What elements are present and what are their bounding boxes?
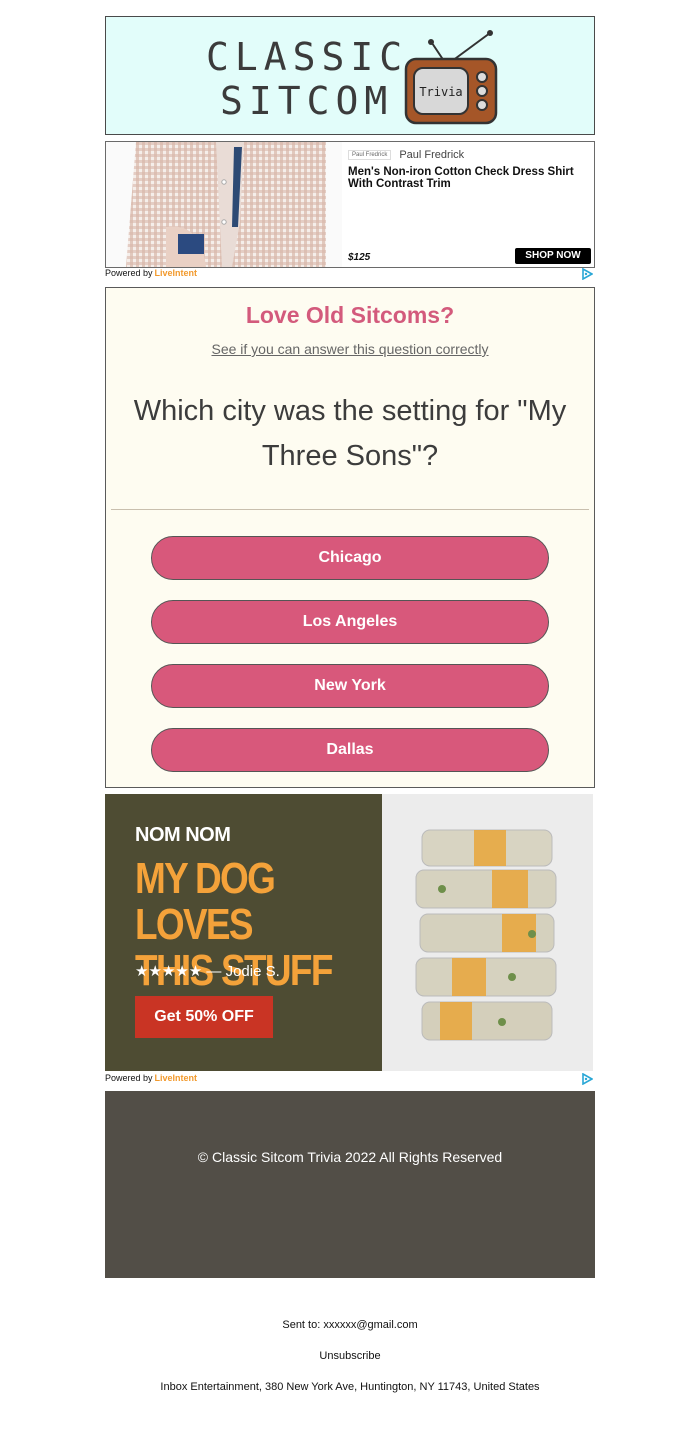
answer-button-chicago[interactable]: Chicago: [151, 536, 549, 580]
dog-food-packs-image: [382, 794, 593, 1071]
trivia-heading: Love Old Sitcoms?: [245, 302, 455, 328]
footer-banner: © Classic Sitcom Trivia 2022 All Rights …: [105, 1091, 595, 1278]
unsubscribe-link[interactable]: Unsubscribe: [319, 1350, 380, 1362]
nomnom-logo: NOM NOM: [135, 824, 231, 846]
powered-by-liveintent[interactable]: Powered by LiveIntent: [105, 268, 197, 278]
adchoices-icon[interactable]: [581, 268, 593, 280]
sent-to-email: xxxxxx@gmail.com: [323, 1319, 418, 1331]
answer-button-new-york[interactable]: New York: [151, 664, 549, 708]
powered-by-liveintent-2[interactable]: Powered by LiveIntent: [105, 1073, 197, 1083]
trivia-question: Which city was the setting for "My Three…: [133, 395, 567, 472]
answer-button-dallas[interactable]: Dallas: [151, 728, 549, 772]
divider: [111, 509, 589, 510]
brand-row: Paul Fredrick Paul Fredrick: [348, 149, 464, 161]
trivia-subheading-link[interactable]: See if you can answer this question corr…: [106, 341, 594, 357]
newsletter-header: CLASSIC SITCOM Trivia: [105, 16, 595, 135]
copyright-text: © Classic Sitcom Trivia 2022 All Rights …: [197, 1149, 503, 1165]
get-50-off-button[interactable]: Get 50% OFF: [135, 996, 273, 1038]
sent-to-label: Sent to:: [282, 1319, 321, 1331]
sent-to-line: Sent to: xxxxxx@gmail.com: [0, 1319, 700, 1331]
ad-nomnom-panel: NOM NOM MY DOG LOVES THIS STUFF ★★★★★ — …: [105, 794, 382, 1071]
brand-logo: Paul Fredrick: [348, 150, 392, 160]
unsubscribe-row: Unsubscribe: [0, 1350, 700, 1362]
logo-line-2: SITCOM: [220, 79, 394, 123]
powered-by-label: Powered by: [105, 1073, 153, 1083]
logo-wordmark: CLASSIC SITCOM: [206, 35, 408, 123]
tv-icon: Trivia: [404, 30, 498, 125]
liveintent-logo: LiveIntent: [154, 268, 198, 278]
trivia-card: Love Old Sitcoms? See if you can answer …: [105, 287, 595, 788]
product-price: $125: [348, 252, 371, 263]
liveintent-logo: LiveIntent: [154, 1073, 198, 1083]
product-title[interactable]: Men's Non-iron Cotton Check Dress Shirt …: [348, 166, 590, 190]
shop-now-button[interactable]: SHOP NOW: [515, 248, 591, 264]
logo-line-1: CLASSIC: [206, 35, 409, 79]
mailing-address: Inbox Entertainment, 380 New York Ave, H…: [160, 1381, 540, 1393]
ad-nomnom[interactable]: NOM NOM MY DOG LOVES THIS STUFF ★★★★★ — …: [105, 794, 593, 1071]
tv-label: Trivia: [419, 85, 462, 99]
review-quote: ★★★★★ — Jodie S.: [135, 963, 280, 980]
adchoices-icon[interactable]: [581, 1073, 593, 1085]
ad-shirt[interactable]: Paul Fredrick Paul Fredrick Men's Non-ir…: [105, 141, 595, 268]
answer-button-los-angeles[interactable]: Los Angeles: [151, 600, 549, 644]
brand-name: Paul Fredrick: [399, 149, 465, 161]
shirt-image: [106, 142, 342, 267]
powered-by-label: Powered by: [105, 268, 153, 278]
